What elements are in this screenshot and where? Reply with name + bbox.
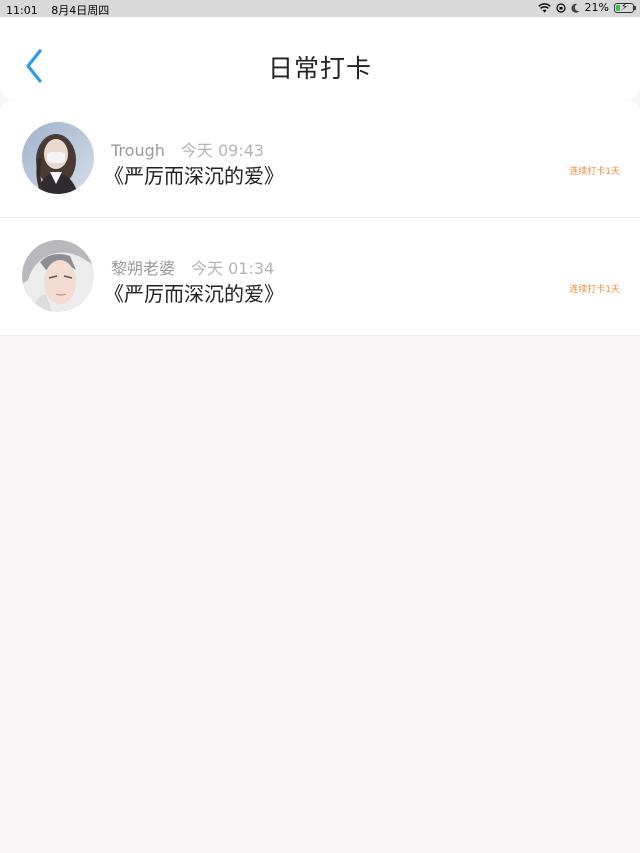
streak-label: 连续打卡1天 (569, 285, 620, 295)
checkin-item[interactable]: Trough 今天 09:43 《严厉而深沉的爱》 连续打卡1天 (0, 100, 640, 218)
status-date: 8月4日周四 (51, 4, 110, 17)
checkin-time: 今天 01:34 (191, 259, 275, 278)
page-title: 日常打卡 (267, 54, 372, 83)
orientation-lock-icon (555, 2, 566, 13)
avatar-photo (22, 240, 94, 312)
header: 日常打卡 (0, 17, 640, 100)
status-right: 21% ⚡ (537, 1, 636, 14)
moon-icon (571, 3, 580, 13)
streak-label: 连续打卡1天 (569, 167, 620, 177)
battery-fill (616, 4, 620, 11)
status-left: 11:01 8月4日周四 (6, 2, 109, 18)
battery-percent: 21% (584, 1, 609, 14)
user-name: Trough (111, 141, 165, 160)
avatar[interactable] (22, 122, 94, 194)
checkin-list: Trough 今天 09:43 《严厉而深沉的爱》 连续打卡1天 黎朔老婆 今天 0… (0, 100, 640, 336)
checkin-time: 今天 09:43 (180, 141, 265, 160)
avatar-photo (22, 122, 94, 194)
checkin-meta: Trough 今天 09:43 (111, 137, 264, 161)
checkin-item[interactable]: 黎朔老婆 今天 01:34 《严厉而深沉的爱》 连续打卡1天 (0, 218, 640, 336)
wifi-icon (537, 2, 551, 12)
status-time: 11:01 (6, 4, 38, 17)
charging-bolt-icon: ⚡ (621, 1, 629, 13)
avatar[interactable] (22, 240, 94, 312)
user-name: 黎朔老婆 (111, 259, 176, 278)
checkin-meta: 黎朔老婆 今天 01:34 (111, 255, 274, 279)
book-title: 《严厉而深沉的爱》 (104, 282, 284, 306)
book-title: 《严厉而深沉的爱》 (104, 164, 284, 188)
status-bar: 11:01 8月4日周四 21% ⚡ (0, 0, 640, 17)
battery-icon: ⚡ (614, 1, 636, 13)
